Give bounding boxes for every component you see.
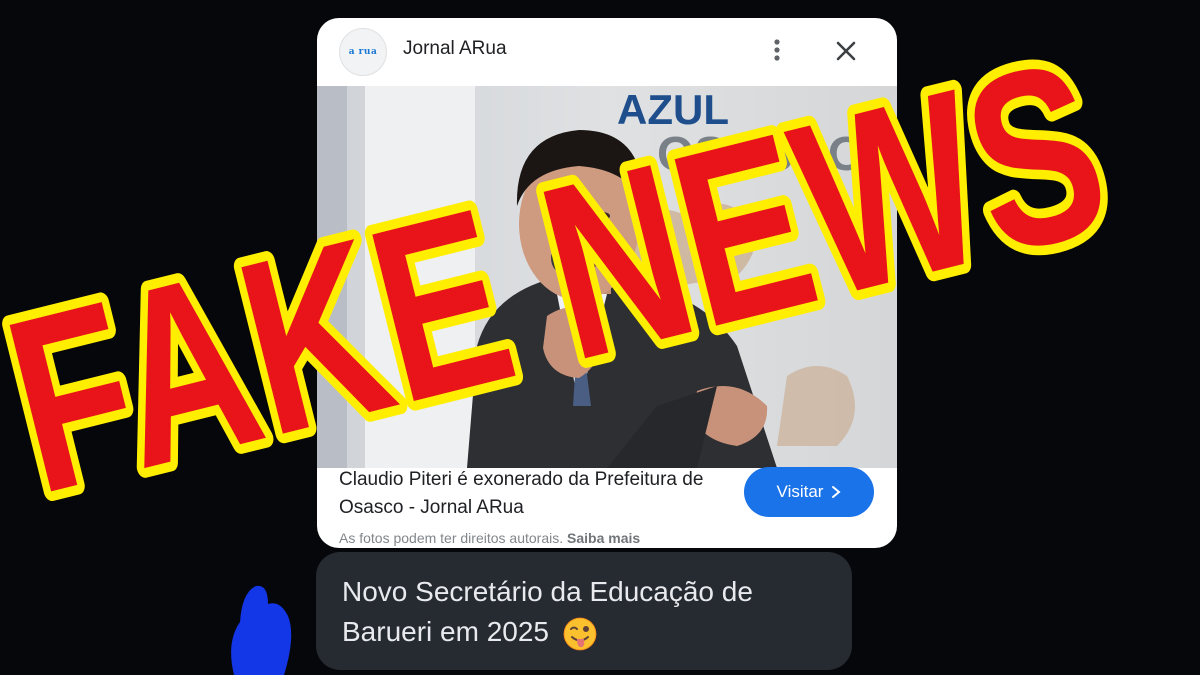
- copyright-notice: As fotos podem ter direitos autorais. Sa…: [339, 530, 640, 546]
- source-logo-text: a rua: [348, 47, 378, 57]
- image-result-card: a rua Jornal ARua AZUL OSASCO Claudio Pi…: [317, 18, 897, 548]
- visit-button[interactable]: Visitar: [744, 467, 874, 517]
- close-icon[interactable]: [831, 36, 861, 66]
- source-name[interactable]: Jornal ARua: [403, 38, 507, 60]
- learn-more-link[interactable]: Saiba mais: [567, 530, 640, 546]
- photo-sign-line1: AZUL: [617, 86, 729, 133]
- winking-face-with-tongue-icon: [563, 617, 597, 651]
- card-header: a rua Jornal ARua: [317, 18, 897, 86]
- blue-scribble: [231, 585, 292, 675]
- source-logo: a rua: [339, 28, 387, 76]
- message-bubble[interactable]: Novo Secretário da Educação de Barueri e…: [316, 552, 852, 670]
- article-title[interactable]: Claudio Piteri é exonerado da Prefeitura…: [339, 466, 709, 522]
- message-text-container: Novo Secretário da Educação de Barueri e…: [342, 572, 842, 652]
- visit-button-label: Visitar: [776, 482, 824, 501]
- more-vert-icon[interactable]: [765, 34, 789, 66]
- chevron-right-icon: [832, 486, 842, 498]
- news-photo[interactable]: AZUL OSASCO: [317, 86, 897, 468]
- message-text: Novo Secretário da Educação de Barueri e…: [342, 576, 753, 647]
- photo-sign-line2: OSASCO: [657, 128, 865, 181]
- copyright-text: As fotos podem ter direitos autorais.: [339, 530, 564, 546]
